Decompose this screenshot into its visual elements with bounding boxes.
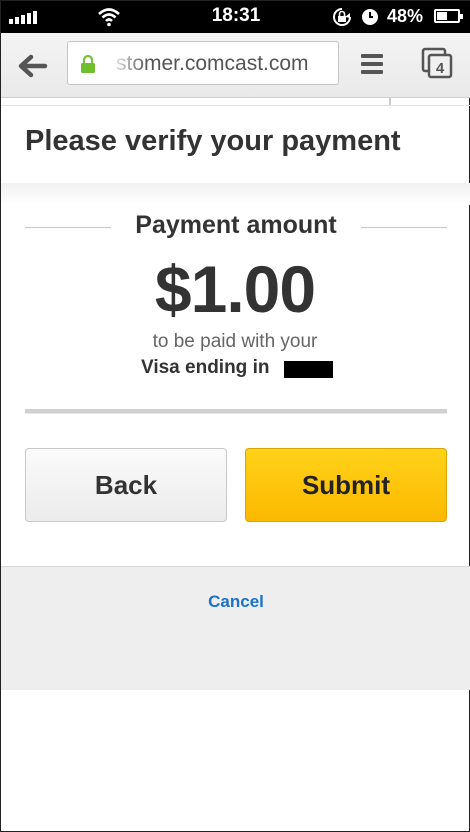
cancel-link[interactable]: Cancel bbox=[1, 592, 470, 612]
battery-icon bbox=[434, 9, 463, 23]
paid-with-text: to be paid with your bbox=[152, 331, 318, 352]
back-arrow-icon[interactable] bbox=[15, 51, 51, 81]
menu-icon[interactable] bbox=[361, 54, 383, 74]
tabs-icon[interactable]: 4 bbox=[421, 47, 453, 79]
amount-heading-row: Payment amount bbox=[25, 211, 447, 243]
status-bar: 18:31 48% bbox=[1, 1, 470, 33]
tab-count: 4 bbox=[436, 60, 445, 77]
page-title: Please verify your payment bbox=[25, 125, 401, 157]
alarm-icon bbox=[362, 9, 378, 25]
url-bar[interactable]: stomer.comcast.com bbox=[67, 41, 339, 85]
url-fade bbox=[108, 42, 148, 84]
payment-amount: $1.00 bbox=[154, 252, 316, 326]
heading-rule-right bbox=[361, 227, 447, 228]
footer: Cancel bbox=[1, 566, 470, 690]
content-divider bbox=[25, 409, 447, 414]
browser-toolbar: stomer.comcast.com 4 bbox=[1, 33, 470, 98]
title-separator bbox=[1, 183, 470, 205]
lock-icon bbox=[81, 54, 95, 73]
submit-button[interactable]: Submit bbox=[245, 448, 447, 522]
card-label: Visa ending in bbox=[141, 357, 270, 378]
card-number-redacted bbox=[284, 361, 333, 378]
amount-heading: Payment amount bbox=[135, 211, 337, 239]
back-button[interactable]: Back bbox=[25, 448, 227, 522]
scroll-hint bbox=[1, 97, 470, 106]
rotation-lock-icon bbox=[333, 8, 351, 26]
battery-percent: 48% bbox=[387, 6, 424, 26]
